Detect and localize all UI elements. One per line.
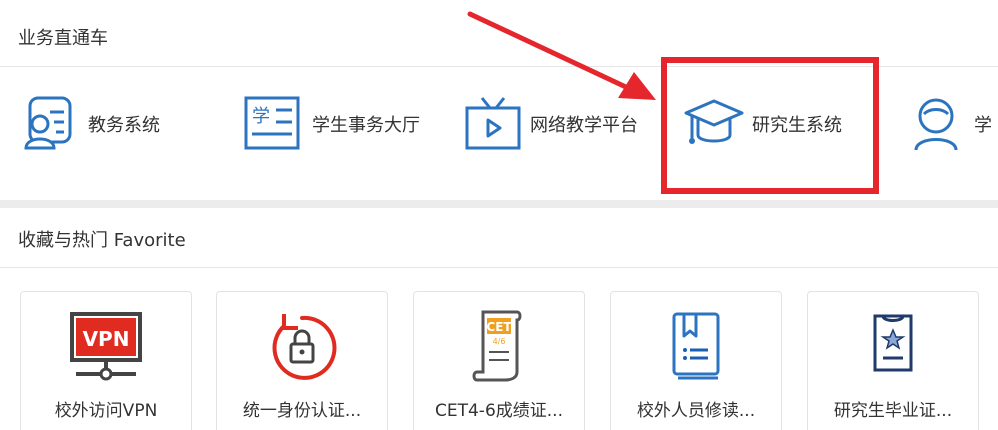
highlight-box — [661, 57, 879, 194]
